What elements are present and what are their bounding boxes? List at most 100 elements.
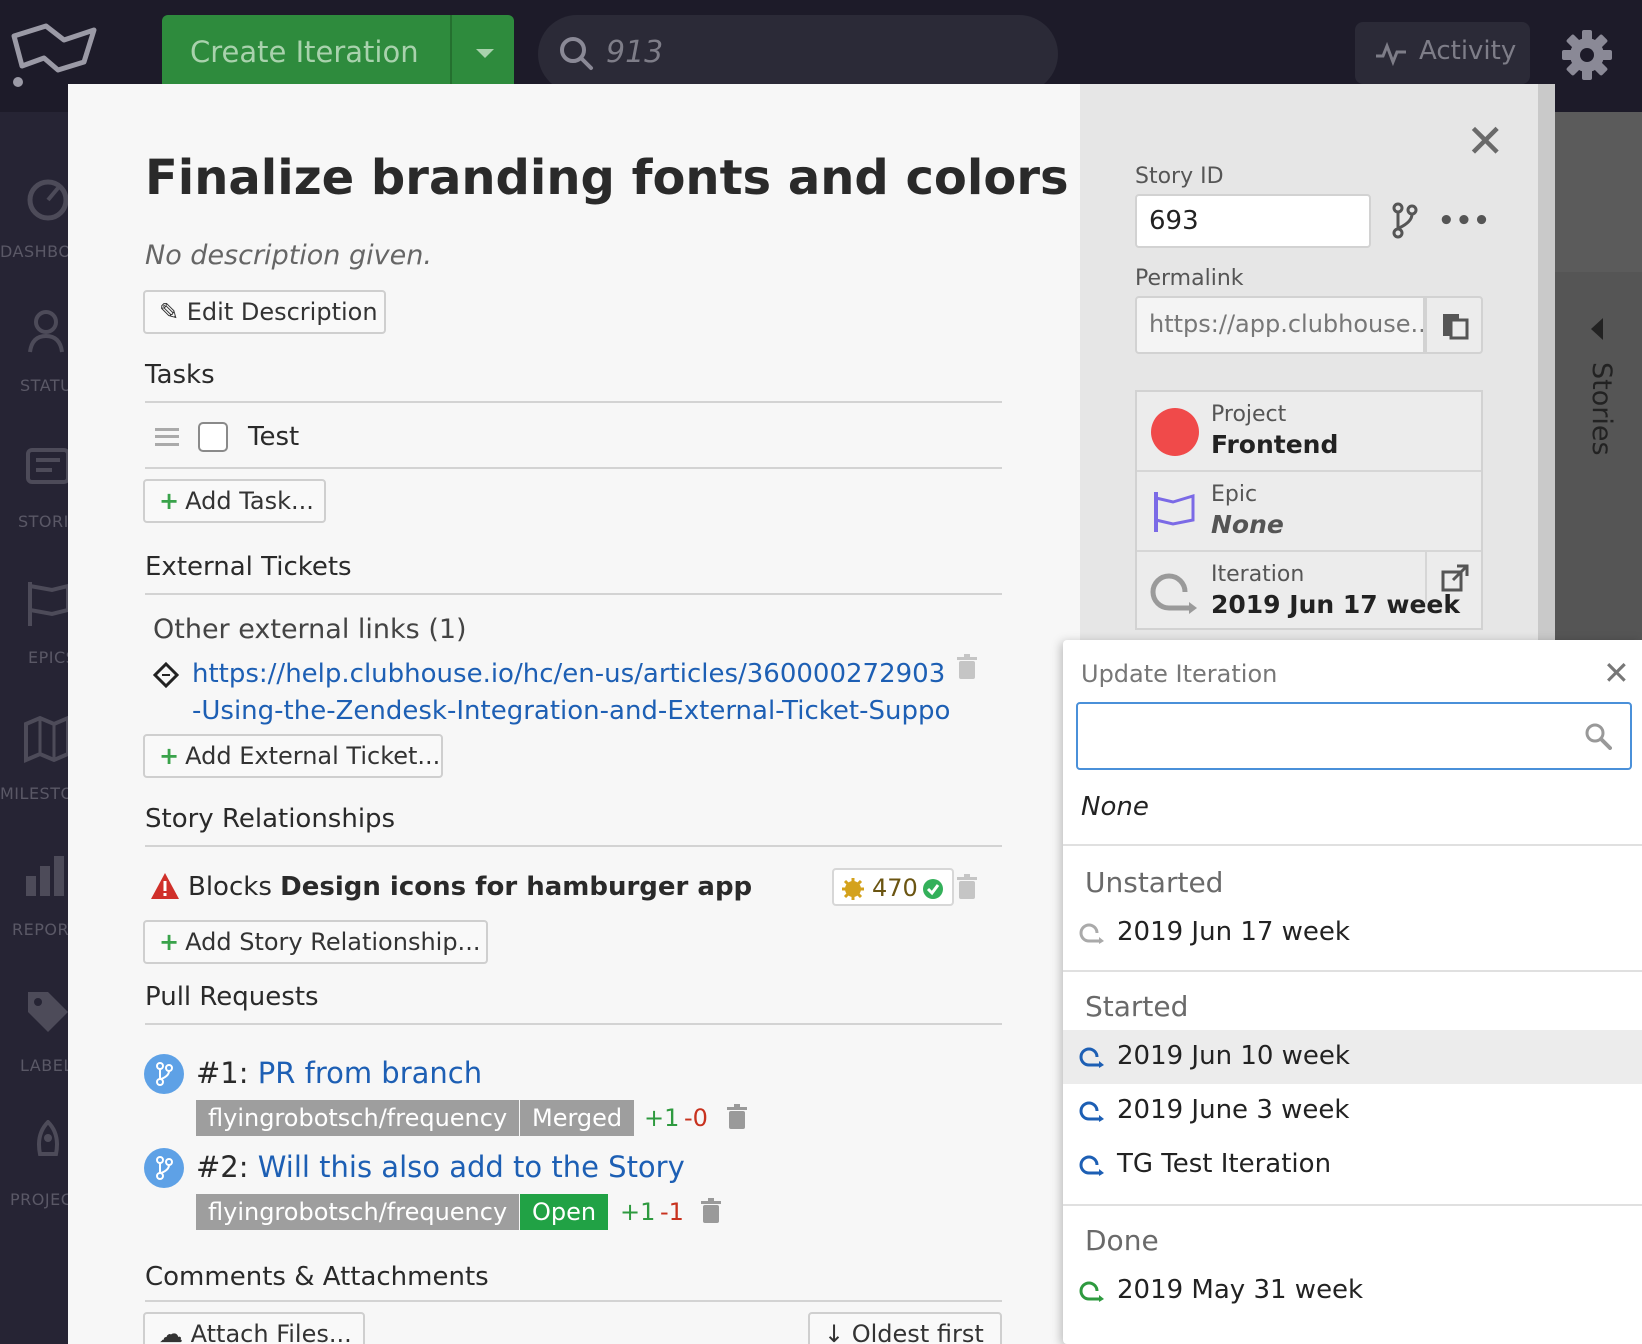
stories-card-icon: [26, 448, 68, 484]
copy-permalink-button[interactable]: [1425, 296, 1483, 354]
relationship-verb: Blocks: [188, 872, 272, 902]
arrow-down-icon: ↓: [824, 1320, 845, 1344]
project-label: Project: [1211, 402, 1287, 427]
ticket-tag-icon: [153, 662, 179, 688]
close-icon[interactable]: ✕: [1466, 118, 1505, 164]
project-field[interactable]: Project Frontend: [1137, 392, 1481, 472]
attach-files-button[interactable]: ☁ Attach Files...: [143, 1312, 365, 1344]
more-options-icon[interactable]: •••: [1438, 206, 1491, 236]
iteration-option[interactable]: 2019 May 31 week: [1063, 1264, 1642, 1318]
add-story-relationship-button[interactable]: + Add Story Relationship...: [143, 920, 488, 964]
iteration-unstarted-icon: [1079, 923, 1104, 944]
relationship-text[interactable]: Blocks Design icons for hamburger app: [188, 872, 752, 902]
story-attributes: Project Frontend Epic None Iteration 201…: [1135, 390, 1483, 630]
open-iteration-button[interactable]: [1425, 552, 1481, 604]
chevron-left-icon: [1591, 318, 1603, 340]
pr-link[interactable]: Will this also add to the Story: [258, 1150, 685, 1184]
relationship-row: Blocks Design icons for hamburger app 47…: [150, 868, 1010, 912]
permalink-field[interactable]: https://app.clubhouse...: [1135, 296, 1425, 354]
add-relationship-label: Add Story Relationship...: [185, 928, 481, 956]
warning-triangle-icon: [151, 873, 179, 899]
iteration-option[interactable]: TG Test Iteration: [1063, 1138, 1642, 1192]
add-task-button[interactable]: + Add Task...: [143, 479, 326, 523]
pr-title: #2: Will this also add to the Story: [196, 1150, 685, 1184]
sort-comments-button[interactable]: ↓ Oldest first: [808, 1312, 1002, 1344]
trash-icon[interactable]: [956, 654, 978, 680]
iteration-option-label: 2019 Jun 10 week: [1117, 1041, 1350, 1071]
task-text[interactable]: Test: [248, 422, 299, 452]
nav-reports[interactable]: REPORTS: [0, 850, 88, 960]
nav-stories[interactable]: STORIES: [0, 442, 90, 552]
story-id-field[interactable]: 693: [1135, 194, 1371, 248]
git-branch-icon: [144, 1054, 184, 1094]
edit-description-button[interactable]: ✎ Edit Description: [143, 290, 386, 334]
pr-repo-chip: flyingrobotsch/frequency: [196, 1100, 520, 1136]
iteration-option-label: 2019 June 3 week: [1117, 1095, 1350, 1125]
iteration-option[interactable]: 2019 June 3 week: [1063, 1084, 1642, 1138]
tasks-heading: Tasks: [145, 360, 215, 390]
nav-projects[interactable]: PROJECTS: [0, 1120, 93, 1230]
popup-title: Update Iteration: [1081, 660, 1278, 688]
iteration-option-none[interactable]: None: [1081, 792, 1149, 822]
nav-labels[interactable]: LABELS: [0, 986, 83, 1096]
activity-button[interactable]: Activity: [1355, 22, 1530, 84]
plus-icon: +: [159, 928, 180, 956]
task-checkbox[interactable]: [198, 422, 228, 452]
check-circle-icon: [923, 879, 943, 899]
dashboard-gauge-icon: [27, 179, 68, 221]
pr-link[interactable]: PR from branch: [258, 1056, 482, 1090]
create-dropdown-caret[interactable]: [450, 15, 514, 93]
activity-pulse-icon: [1376, 41, 1406, 66]
epic-label: Epic: [1211, 482, 1258, 507]
global-search[interactable]: 913: [538, 15, 1058, 93]
create-iteration-label: Create Iteration: [190, 35, 419, 69]
stories-collapsed-tab[interactable]: Stories: [1555, 300, 1642, 500]
plus-icon: +: [159, 487, 180, 515]
global-search-value[interactable]: 913: [606, 35, 663, 70]
status-users-icon: [28, 310, 64, 353]
story-title[interactable]: Finalize branding fonts and colors: [145, 150, 1069, 206]
reports-chart-icon: [26, 856, 64, 896]
edit-description-label: Edit Description: [186, 298, 378, 326]
close-icon[interactable]: ✕: [1603, 654, 1630, 692]
upload-cloud-icon: ☁: [159, 1320, 183, 1344]
add-external-ticket-button[interactable]: + Add External Ticket...: [143, 734, 443, 778]
iteration-field[interactable]: Iteration 2019 Jun 17 week: [1137, 552, 1481, 632]
related-story-name[interactable]: Design icons for hamburger app: [280, 872, 752, 902]
task-row[interactable]: Test: [145, 410, 1002, 464]
nav-dashboard[interactable]: DASHBOARD: [0, 172, 107, 282]
trash-icon[interactable]: [956, 874, 978, 900]
other-links-heading: Other external links (1): [153, 614, 467, 645]
nav-milestones[interactable]: MILESTONES: [0, 714, 107, 824]
git-branch-icon[interactable]: [1390, 200, 1420, 240]
popup-divider: [1063, 970, 1642, 972]
trash-icon[interactable]: [700, 1198, 722, 1224]
activity-label: Activity: [1419, 36, 1517, 66]
iteration-search-input[interactable]: [1076, 702, 1632, 770]
pull-request-row: #2: Will this also add to the Story flyi…: [144, 1148, 1024, 1238]
drag-handle-icon[interactable]: [155, 428, 179, 446]
estimate-badge-icon: [842, 878, 864, 900]
flag-logo-icon[interactable]: [8, 18, 98, 88]
settings-gear-icon[interactable]: [1560, 28, 1614, 82]
pull-requests-heading: Pull Requests: [145, 982, 319, 1012]
trash-icon[interactable]: [726, 1104, 748, 1130]
epic-field[interactable]: Epic None: [1137, 472, 1481, 552]
popup-divider: [1063, 1204, 1642, 1206]
iteration-label: Iteration: [1211, 562, 1305, 587]
nav-epics[interactable]: EPICS: [0, 578, 76, 688]
iteration-value: 2019 Jun 17 week: [1211, 590, 1461, 619]
iteration-started-icon: [1079, 1047, 1104, 1068]
pr-repo-chip: flyingrobotsch/frequency: [196, 1194, 520, 1230]
epic-value: None: [1211, 510, 1284, 539]
create-iteration-button[interactable]: Create Iteration: [162, 15, 514, 93]
group-done: Done: [1085, 1224, 1159, 1257]
group-unstarted: Unstarted: [1085, 866, 1224, 899]
comments-divider: [145, 1300, 1002, 1302]
clipboard-copy-icon: [1443, 314, 1469, 340]
iteration-option[interactable]: 2019 Jun 17 week: [1063, 906, 1642, 960]
nav-status[interactable]: STATUS: [0, 306, 83, 416]
related-story-estimate: 470: [872, 874, 918, 902]
iteration-option-label: 2019 May 31 week: [1117, 1275, 1364, 1305]
iteration-option[interactable]: 2019 Jun 10 week: [1063, 1030, 1642, 1084]
